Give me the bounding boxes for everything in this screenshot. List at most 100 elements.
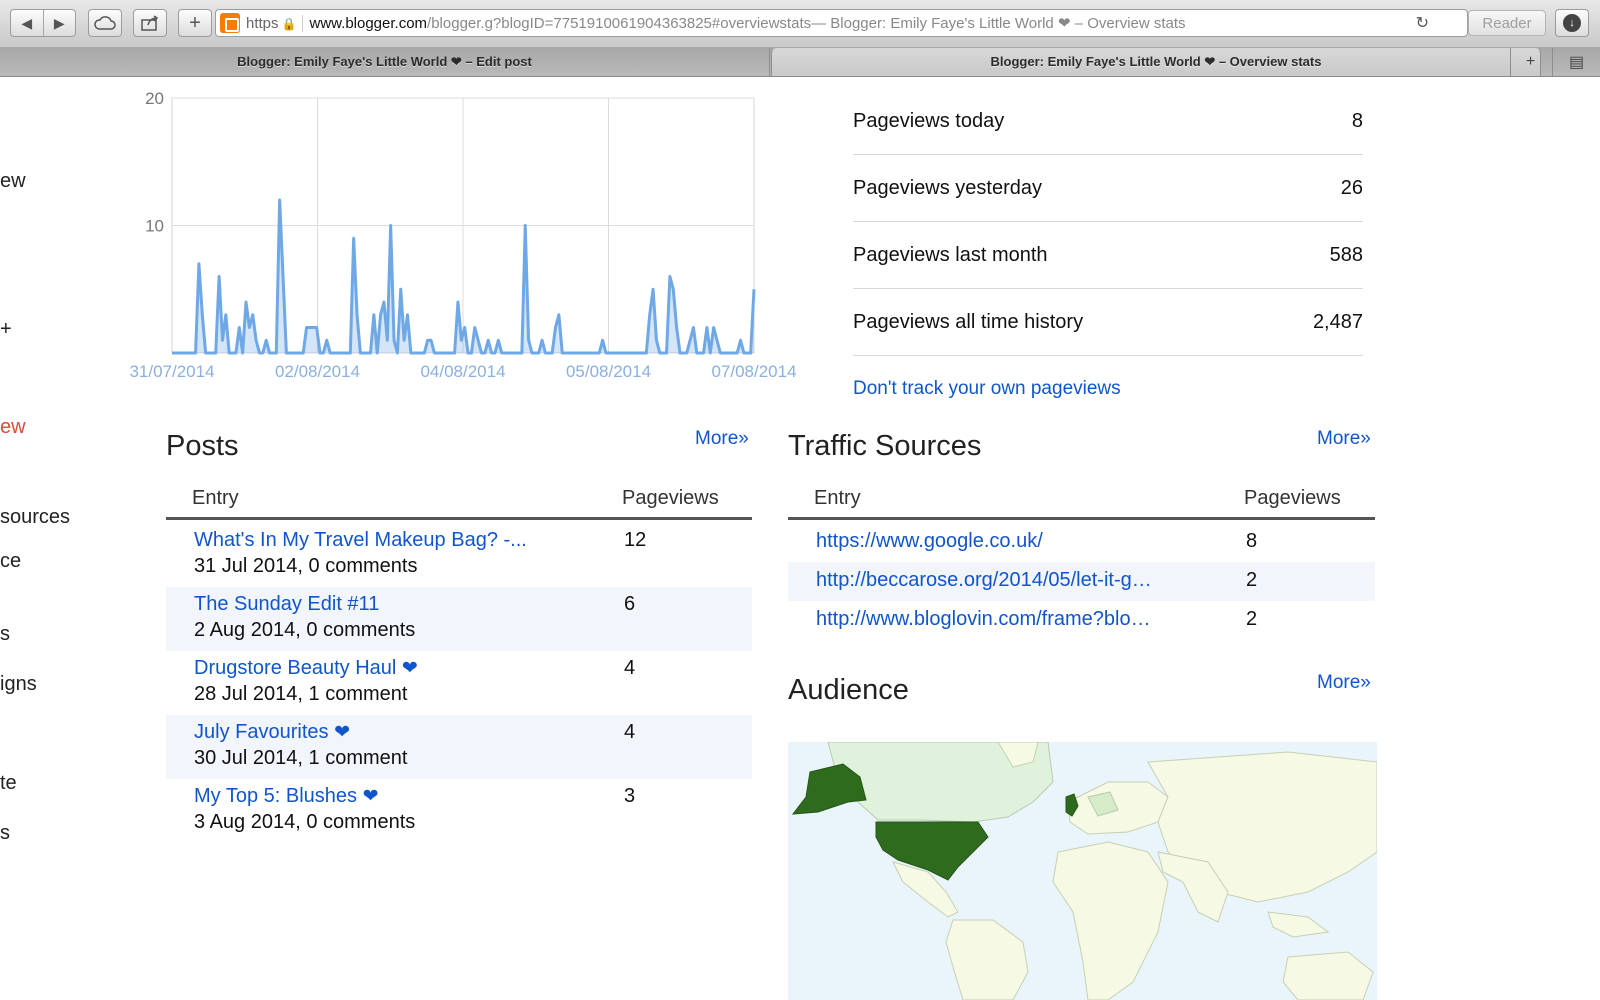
lock-icon: 🔒 [281, 16, 297, 31]
post-title-link[interactable]: July Favourites ❤ [194, 721, 350, 744]
share-button[interactable] [133, 9, 167, 37]
post-title-link[interactable]: Drugstore Beauty Haul ❤ [194, 657, 418, 680]
forward-arrow-icon[interactable]: ▶ [42, 10, 76, 36]
sidebar-item-template[interactable]: te [0, 772, 17, 795]
reload-icon[interactable]: ↻ [1416, 13, 1429, 33]
col-pageviews-header[interactable]: Pageviews [1244, 487, 1341, 510]
post-title-link[interactable]: What's In My Travel Makeup Bag? -... [194, 529, 527, 552]
address-bar[interactable]: https 🔒 www.blogger.com/blogger.g?blogID=… [215, 9, 1468, 37]
post-title-link[interactable]: My Top 5: Blushes ❤ [194, 785, 379, 808]
new-tab-plus-icon[interactable]: + [1510, 48, 1550, 76]
post-meta: 28 Jul 2014, 1 comment [194, 683, 408, 705]
sidebar-item-traffic-sources[interactable]: sources [0, 506, 70, 529]
stat-value: 588 [1329, 243, 1363, 266]
share-icon [141, 15, 159, 31]
stat-value: 26 [1340, 176, 1363, 199]
stat-value: 2,487 [1312, 310, 1363, 333]
blogger-favicon-icon [220, 13, 240, 33]
traffic-pageviews: 8 [1246, 530, 1258, 552]
downloads-button[interactable]: ↓ [1555, 9, 1589, 37]
posts-title: Posts [166, 430, 239, 462]
col-pageviews-header[interactable]: Pageviews [622, 487, 719, 510]
stat-row-last-month: Pageviews last month 588 [853, 222, 1363, 289]
icloud-tabs-button[interactable] [88, 9, 122, 37]
tab-edit-post[interactable]: Blogger: Emily Faye's Little World ❤ – E… [0, 48, 770, 76]
url-host: www.blogger.com [309, 14, 428, 32]
url-path: /blogger.g?blogID=7751910061904363825#ov… [427, 14, 812, 32]
sidebar-item-earnings[interactable]: s [0, 623, 10, 646]
stat-label: Pageviews today [853, 109, 1005, 132]
x-tick-label: 02/08/2014 [275, 362, 360, 381]
post-meta: 30 Jul 2014, 1 comment [194, 747, 408, 769]
y-tick-label: 20 [145, 89, 164, 108]
audience-title: Audience [788, 674, 909, 706]
post-pageviews: 12 [624, 529, 647, 551]
table-row: Drugstore Beauty Haul ❤ 28 Jul 2014, 1 c… [166, 651, 752, 715]
page-content: ew + ew sources ce s igns te s 20 10 31/07… [0, 78, 1600, 1000]
post-meta: 3 Aug 2014, 0 comments [194, 811, 416, 833]
post-pageviews: 4 [624, 721, 636, 743]
stat-value: 8 [1351, 109, 1363, 132]
traffic-more-link[interactable]: More» [1317, 428, 1371, 450]
posts-table-header: Entry Pageviews [166, 480, 752, 520]
post-title-link[interactable]: The Sunday Edit #11 [194, 593, 379, 616]
heart-icon: ❤ [362, 786, 379, 807]
post-pageviews: 3 [624, 785, 636, 807]
x-tick-label: 04/08/2014 [420, 362, 505, 381]
sidebar-item-campaigns[interactable]: igns [0, 673, 37, 696]
stat-label: Pageviews last month [853, 243, 1048, 266]
traffic-url-link[interactable]: http://www.bloglovin.com/frame?blo… [816, 608, 1186, 631]
sidebar-item-stats-overview[interactable]: ew [0, 416, 26, 439]
post-meta: 31 Jul 2014, 0 comments [194, 555, 418, 577]
table-row: https://www.google.co.uk/ 8 [788, 523, 1375, 562]
url-page-title: — Blogger: Emily Faye's Little World ❤ –… [811, 15, 1186, 32]
add-bookmark-button[interactable]: + [178, 9, 212, 37]
sidebar-item-audience[interactable]: ce [0, 550, 21, 573]
tab-overview-icon[interactable]: ▤ [1552, 48, 1600, 76]
sidebar-item-overview[interactable]: ew [0, 170, 26, 193]
heart-icon: ❤ [401, 658, 418, 679]
traffic-pageviews: 2 [1246, 608, 1258, 630]
col-entry-header[interactable]: Entry [192, 487, 239, 510]
back-arrow-icon[interactable]: ◀ [11, 10, 43, 36]
tab-bar: Blogger: Emily Faye's Little World ❤ – E… [0, 48, 1600, 77]
tab-overview-stats[interactable]: Blogger: Emily Faye's Little World ❤ – O… [771, 48, 1541, 76]
stat-label: Pageviews yesterday [853, 176, 1042, 199]
world-map-icon [791, 742, 1377, 1000]
stat-label: Pageviews all time history [853, 310, 1084, 333]
pageviews-chart: 20 10 31/07/2014 02/08/2014 04/08/2014 05/08/… [110, 88, 830, 408]
table-row: My Top 5: Blushes ❤ 3 Aug 2014, 0 commen… [166, 779, 752, 843]
posts-more-link[interactable]: More» [695, 428, 749, 450]
table-row: What's In My Travel Makeup Bag? -... 31 … [166, 523, 752, 587]
pageviews-chart-svg: 20 10 31/07/2014 02/08/2014 04/08/2014 05/08/… [129, 89, 796, 381]
heart-icon: ❤ [334, 722, 350, 743]
post-pageviews: 4 [624, 657, 636, 679]
url-scheme: https 🔒 [246, 14, 304, 32]
traffic-table-header: Entry Pageviews [788, 480, 1375, 520]
sidebar-item-settings[interactable]: s [0, 822, 10, 845]
back-forward-group: ◀ ▶ [10, 9, 76, 37]
cloud-icon [94, 16, 116, 30]
stat-row-today: Pageviews today 8 [853, 88, 1363, 155]
col-entry-header[interactable]: Entry [814, 487, 861, 510]
traffic-url-link[interactable]: http://beccarose.org/2014/05/let-it-g… [816, 569, 1186, 592]
table-row: July Favourites ❤ 30 Jul 2014, 1 comment… [166, 715, 752, 779]
post-meta: 2 Aug 2014, 0 comments [194, 619, 416, 641]
stat-row-yesterday: Pageviews yesterday 26 [853, 155, 1363, 222]
reader-button[interactable]: Reader [1468, 10, 1546, 36]
traffic-url-link[interactable]: https://www.google.co.uk/ [816, 530, 1186, 553]
download-icon: ↓ [1563, 14, 1581, 32]
traffic-sources-title: Traffic Sources [788, 430, 982, 462]
table-row: http://beccarose.org/2014/05/let-it-g… 2 [788, 562, 1375, 601]
sidebar-item-google-plus[interactable]: + [0, 318, 12, 341]
stat-row-all-time: Pageviews all time history 2,487 [853, 289, 1363, 356]
x-tick-label: 05/08/2014 [566, 362, 651, 381]
browser-toolbar: ◀ ▶ + https 🔒 www.blogger.com/blogger.g?b… [0, 0, 1600, 48]
table-row: http://www.bloglovin.com/frame?blo… 2 [788, 601, 1375, 640]
audience-world-map[interactable] [788, 742, 1377, 1000]
x-tick-label: 31/07/2014 [129, 362, 214, 381]
table-row: The Sunday Edit #11 2 Aug 2014, 0 commen… [166, 587, 752, 651]
dont-track-pageviews-link[interactable]: Don't track your own pageviews [853, 378, 1121, 400]
audience-more-link[interactable]: More» [1317, 672, 1371, 694]
traffic-pageviews: 2 [1246, 569, 1258, 591]
